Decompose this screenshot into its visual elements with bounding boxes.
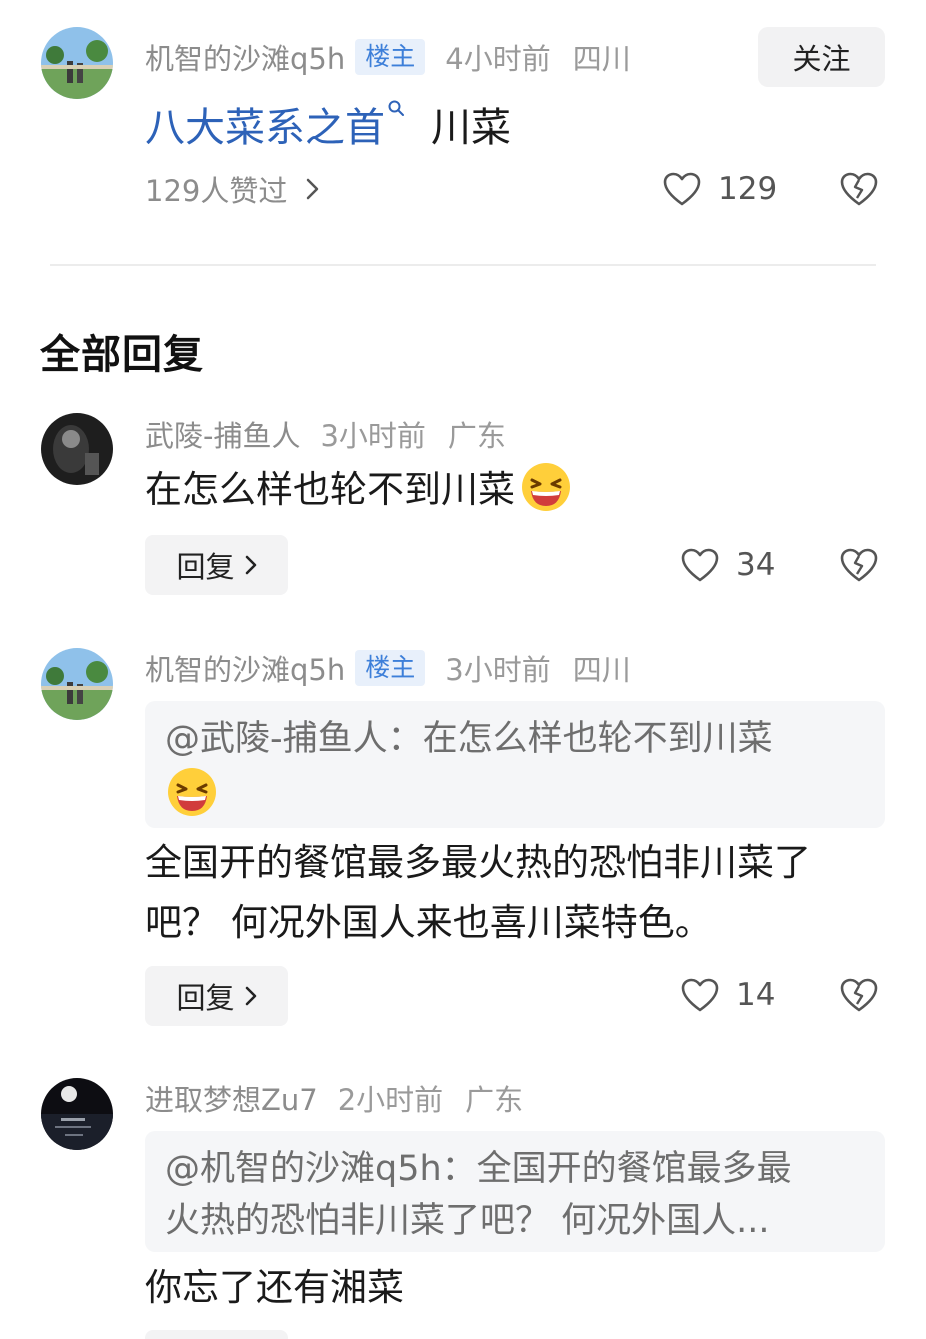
reply-time: 3小时前 xyxy=(320,419,426,453)
reply-button-partial[interactable] xyxy=(145,1330,288,1339)
reply-like-button[interactable]: 34 xyxy=(680,542,775,588)
reply-text-content: 在怎么样也轮不到川菜 xyxy=(145,468,515,511)
reply-meta: 武陵-捕鱼人 3小时前 广东 xyxy=(145,411,506,457)
reply-text: 在怎么样也轮不到川菜 xyxy=(145,460,890,520)
reply-like-count: 14 xyxy=(736,977,776,1013)
reply-avatar[interactable] xyxy=(41,413,113,485)
post-text: 川菜 xyxy=(431,105,511,151)
quoted-reply[interactable]: @武陵-捕鱼人：在怎么样也轮不到川菜 xyxy=(145,701,885,828)
reply-text-content: 你忘了还有湘菜 xyxy=(145,1266,404,1309)
divider xyxy=(50,264,876,266)
post-content: 八大菜系之首 川菜 xyxy=(145,96,511,152)
reply-meta: 机智的沙滩q5h 楼主 3小时前 四川 xyxy=(145,645,631,691)
reply-author-name[interactable]: 机智的沙滩q5h xyxy=(145,647,345,689)
reply-text: 你忘了还有湘菜 xyxy=(145,1258,890,1318)
liked-by-label: 129人赞过 xyxy=(145,174,288,208)
reply-like-button[interactable]: 14 xyxy=(680,972,775,1018)
reply-text-line: 吧？ 何况外国人来也喜川菜特色。 xyxy=(145,901,712,944)
topic-link-label: 八大菜系之首 xyxy=(145,105,385,151)
all-replies-title: 全部回复 xyxy=(40,332,204,378)
reply-text: 全国开的餐馆最多最火热的恐怕非川菜了 吧？ 何况外国人来也喜川菜特色。 xyxy=(145,833,890,953)
post-region: 四川 xyxy=(572,42,631,76)
post-time: 4小时前 xyxy=(445,42,551,76)
laughing-face-emoji xyxy=(522,463,570,511)
follow-button[interactable]: 关注 xyxy=(758,27,885,87)
chevron-right-icon xyxy=(245,555,256,575)
reply-author-name[interactable]: 武陵-捕鱼人 xyxy=(145,413,300,455)
op-badge: 楼主 xyxy=(355,39,426,75)
reply-button[interactable]: 回复 xyxy=(145,535,288,595)
liked-by-link[interactable]: 129人赞过 xyxy=(145,166,321,212)
reply-meta: 进取梦想Zu7 2小时前 广东 xyxy=(145,1075,523,1121)
broken-heart-icon[interactable] xyxy=(839,547,879,583)
chevron-right-icon xyxy=(245,986,256,1006)
chevron-right-icon xyxy=(307,178,319,200)
reply-region: 广东 xyxy=(447,419,506,453)
reply-avatar[interactable] xyxy=(41,648,113,720)
reply-like-count: 34 xyxy=(736,547,776,583)
reply-time: 3小时前 xyxy=(445,653,551,687)
post-author-avatar[interactable] xyxy=(41,27,113,99)
quoted-reply[interactable]: @机智的沙滩q5h：全国开的餐馆最多最 火热的恐怕非川菜了吧？ 何况外国人... xyxy=(145,1131,885,1252)
quoted-text-line: @机智的沙滩q5h：全国开的餐馆最多最 xyxy=(165,1149,792,1189)
reply-button-label: 回复 xyxy=(176,981,235,1015)
topic-link[interactable]: 八大菜系之首 xyxy=(145,95,405,153)
post-like-count: 129 xyxy=(718,171,778,207)
reply-time: 2小时前 xyxy=(337,1083,444,1117)
reply-text-line: 全国开的餐馆最多最火热的恐怕非川菜了 xyxy=(145,841,811,884)
reply-region: 广东 xyxy=(465,1083,524,1117)
post-like-button[interactable]: 129 xyxy=(662,166,777,212)
heart-icon xyxy=(681,548,719,582)
quoted-text: @武陵-捕鱼人：在怎么样也轮不到川菜 xyxy=(165,719,773,759)
reply-avatar[interactable] xyxy=(41,1078,113,1150)
broken-heart-icon[interactable] xyxy=(839,171,879,207)
search-icon xyxy=(388,100,404,116)
laughing-face-emoji xyxy=(168,768,216,816)
quoted-text-line: 火热的恐怕非川菜了吧？ 何况外国人... xyxy=(165,1201,770,1241)
reply-button-label: 回复 xyxy=(176,550,235,584)
heart-icon xyxy=(663,172,701,206)
reply-region: 四川 xyxy=(572,653,631,687)
post-meta: 机智的沙滩q5h 楼主 4小时前 四川 xyxy=(145,34,631,80)
heart-icon xyxy=(681,978,719,1012)
reply-author-name[interactable]: 进取梦想Zu7 xyxy=(145,1077,318,1119)
op-badge: 楼主 xyxy=(355,650,426,686)
post-author-name[interactable]: 机智的沙滩q5h xyxy=(145,36,345,78)
reply-button[interactable]: 回复 xyxy=(145,966,288,1026)
broken-heart-icon[interactable] xyxy=(839,977,879,1013)
